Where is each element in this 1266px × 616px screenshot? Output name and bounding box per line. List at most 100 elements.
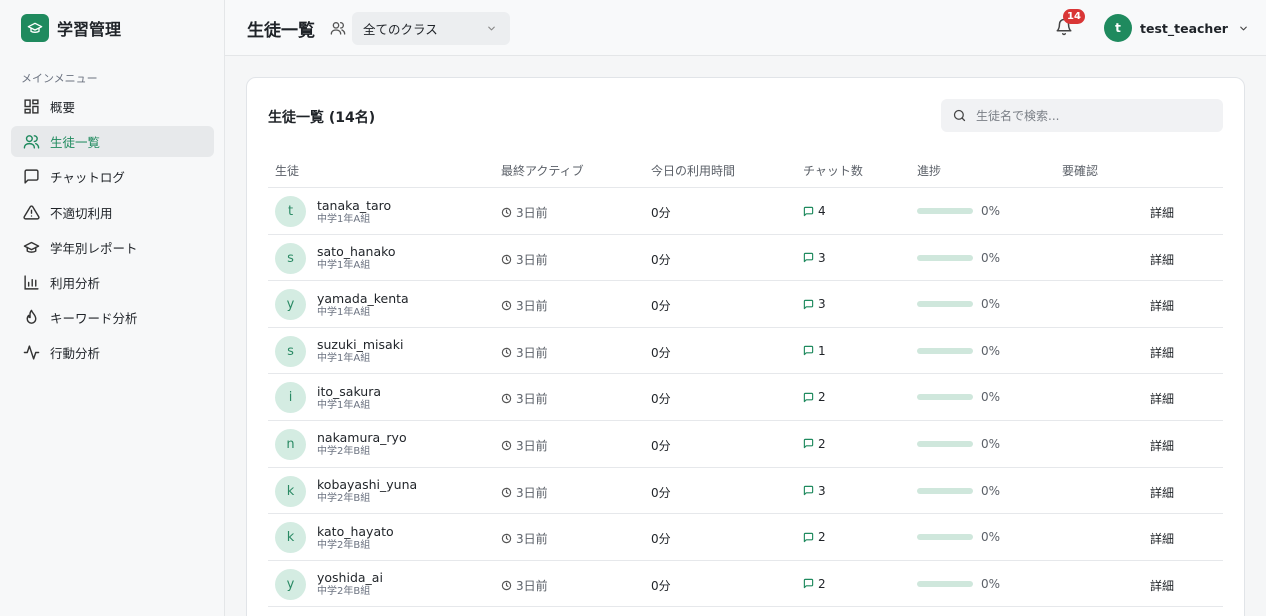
chat-count-cell: 3 — [803, 484, 826, 498]
usage-time: 0分 — [651, 252, 671, 267]
usage-time: 0分 — [651, 206, 671, 220]
student-name: sato_hanako — [317, 244, 396, 260]
avatar: y — [275, 568, 306, 600]
avatar: k — [275, 475, 306, 507]
chat-count: 2 — [818, 390, 826, 405]
table-header: 生徒 最終アクティブ 今日の利用時間 チャット数 進捗 要確認 — [268, 153, 1223, 188]
graduation-cap-icon — [21, 14, 49, 42]
avatar: n — [275, 428, 306, 460]
sidebar-item-chat[interactable]: チャットログ — [11, 161, 214, 192]
chevron-down-icon — [1240, 26, 1247, 30]
activity-icon — [22, 344, 40, 362]
sidebar-item-warning[interactable]: 不適切利用 — [11, 197, 214, 228]
page-title: 生徒一覧 — [247, 21, 315, 41]
dashboard-icon — [22, 98, 40, 116]
detail-link[interactable]: 詳細 — [1150, 344, 1174, 361]
sidebar-item-label: チャットログ — [50, 170, 125, 186]
progress-label: 0% — [981, 530, 1001, 545]
sidebar-item-label: 行動分析 — [50, 346, 101, 362]
progress-cell: 0% — [917, 484, 1000, 498]
table-row[interactable]: i ito_sakura 中学1年A組 3日前 0分 2 0% 詳細 — [268, 374, 1223, 421]
last-active-value: 3日前 — [516, 392, 548, 407]
sidebar-item-flame[interactable]: キーワード分析 — [11, 302, 214, 333]
table-row[interactable]: k kato_hayato 中学2年B組 3日前 0分 2 0% 詳細 — [268, 514, 1223, 561]
chat-icon — [803, 299, 814, 309]
search-input[interactable] — [976, 108, 1216, 123]
clock-icon — [501, 207, 512, 218]
column-header-chats: チャット数 — [803, 164, 863, 178]
detail-link[interactable]: 詳細 — [1150, 251, 1174, 268]
search-icon — [953, 109, 966, 122]
last-active-value: 3日前 — [516, 252, 548, 267]
brand[interactable]: 学習管理 — [21, 14, 121, 42]
student-cell: s suzuki_misaki 中学1年A組 — [275, 335, 403, 367]
class-filter-select[interactable]: 全てのクラス — [352, 12, 510, 45]
table-row[interactable]: s suzuki_misaki 中学1年A組 3日前 0分 1 0% 詳細 — [268, 328, 1223, 375]
student-class: 中学1年A組 — [317, 213, 371, 225]
chat-icon — [803, 579, 814, 589]
chat-count-cell: 1 — [803, 344, 826, 358]
usage-time: 0分 — [651, 578, 671, 593]
detail-link[interactable]: 詳細 — [1150, 437, 1174, 454]
detail-link[interactable]: 詳細 — [1150, 577, 1174, 594]
student-cell: k kato_hayato 中学2年B組 — [275, 522, 394, 554]
student-cell: k kobayashi_yuna 中学2年B組 — [275, 475, 418, 507]
last-active-value: 3日前 — [516, 578, 548, 593]
detail-link[interactable]: 詳細 — [1150, 297, 1174, 314]
student-cell: t tanaka_taro 中学1年A組 — [275, 196, 391, 227]
avatar: s — [275, 242, 306, 274]
progress-bar — [917, 487, 973, 494]
progress-label: 0% — [981, 576, 1001, 591]
chat-count-cell: 2 — [803, 390, 826, 404]
usage-time: 0分 — [651, 345, 671, 360]
sidebar-item-users[interactable]: 生徒一覧 — [11, 126, 214, 158]
student-name: ito_sakura — [317, 383, 382, 399]
sidebar-nav: 概要生徒一覧チャットログ不適切利用学年別レポート 利用分析キーワード分析 行動分析 — [11, 91, 214, 373]
progress-bar — [917, 208, 973, 214]
sidebar-item-label: キーワード分析 — [50, 311, 138, 327]
students-table: 生徒 最終アクティブ 今日の利用時間 チャット数 進捗 要確認 t tanaka_… — [268, 153, 1223, 608]
sidebar-item-activity[interactable]: 行動分析 — [11, 337, 214, 368]
user-menu[interactable]: t test_teacher — [1104, 14, 1249, 42]
progress-cell: 0% — [917, 577, 1000, 591]
class-filter-value: 全てのクラス — [363, 22, 438, 37]
detail-link[interactable]: 詳細 — [1150, 484, 1174, 501]
student-class: 中学2年B組 — [317, 539, 371, 551]
last-active-value: 3日前 — [516, 532, 548, 547]
student-class: 中学1年A組 — [317, 399, 371, 411]
clock-icon — [501, 533, 512, 544]
last-active-value: 3日前 — [516, 206, 548, 220]
student-name: tanaka_taro — [317, 197, 392, 213]
progress-cell: 0% — [917, 437, 1000, 451]
progress-cell: 0% — [917, 344, 1000, 358]
clock-icon — [501, 580, 512, 590]
student-name: kobayashi_yuna — [317, 477, 418, 493]
clock-icon — [501, 254, 512, 264]
table-row[interactable]: s sato_hanako 中学1年A組 3日前 0分 3 0% 詳細 — [268, 235, 1223, 282]
table-row[interactable]: n nakamura_ryo 中学2年B組 3日前 0分 2 0% 詳細 — [268, 421, 1223, 468]
avatar: y — [275, 289, 306, 321]
detail-link[interactable]: 詳細 — [1150, 530, 1174, 547]
progress-cell: 0% — [917, 530, 1000, 544]
sidebar-item-graduation-cap[interactable]: 学年別レポート — [11, 232, 214, 263]
detail-link[interactable]: 詳細 — [1150, 390, 1174, 407]
detail-link[interactable]: 詳細 — [1150, 204, 1174, 221]
progress-bar — [917, 347, 973, 354]
chat-count: 2 — [818, 436, 826, 451]
student-info: tanaka_taro 中学1年A組 — [317, 198, 391, 226]
sidebar-item-bar-chart[interactable]: 利用分析 — [11, 267, 214, 298]
avatar: k — [275, 522, 306, 554]
usage-time: 0分 — [651, 438, 671, 453]
usage-time: 0分 — [651, 485, 671, 500]
table-row[interactable]: y yoshida_ai 中学2年B組 3日前 0分 2 0% 詳細 — [268, 561, 1223, 608]
user-name: test_teacher — [1140, 20, 1228, 36]
student-class: 中学2年B組 — [317, 586, 371, 598]
progress-label: 0% — [981, 436, 1001, 451]
table-row[interactable]: k kobayashi_yuna 中学2年B組 3日前 0分 3 0% 詳細 — [268, 468, 1223, 515]
table-row[interactable]: y yamada_kenta 中学1年A組 3日前 0分 3 0% 詳細 — [268, 281, 1223, 328]
progress-cell: 0% — [917, 251, 1000, 265]
student-cell: i ito_sakura 中学1年A組 — [275, 382, 382, 414]
sidebar-item-dashboard[interactable]: 概要 — [11, 91, 214, 122]
table-row[interactable]: t tanaka_taro 中学1年A組 3日前 0分 4 0% 詳細 — [268, 188, 1223, 235]
search-box — [941, 99, 1223, 132]
